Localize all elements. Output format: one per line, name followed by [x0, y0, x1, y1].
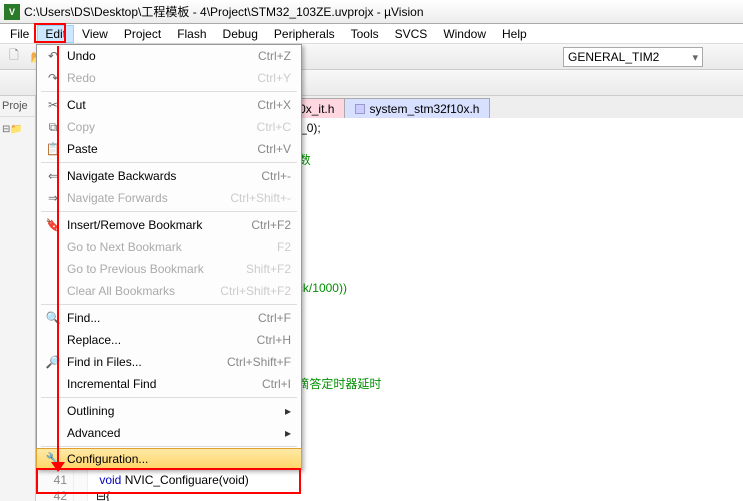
- menuitem-configuration[interactable]: 🔧Configuration...: [36, 448, 302, 470]
- project-pane[interactable]: Proje ⊟📁: [0, 96, 36, 501]
- menuitem-icon: ↶: [43, 49, 63, 63]
- menuitem-label: Incremental Find: [63, 377, 262, 391]
- menuitem-redo: ↷RedoCtrl+Y: [37, 67, 301, 89]
- code-line[interactable]: 41 void NVIC_Configuare(void): [36, 472, 743, 488]
- menuitem-label: Replace...: [63, 333, 257, 347]
- menuitem-icon: ⇒: [43, 191, 63, 205]
- menuitem-shortcut: Ctrl+F2: [251, 218, 295, 232]
- target-combo-value: GENERAL_TIM2: [568, 50, 659, 64]
- edit-menu-dropdown: ↶UndoCtrl+Z↷RedoCtrl+Y✂CutCtrl+X⧉CopyCtr…: [36, 44, 302, 470]
- menuitem-label: Redo: [63, 71, 257, 85]
- menuitem-shortcut: Ctrl+Y: [257, 71, 295, 85]
- menuitem-advanced[interactable]: Advanced▸: [37, 422, 301, 444]
- submenu-arrow-icon: ▸: [285, 426, 295, 440]
- menuitem-label: Configuration...: [63, 452, 291, 466]
- menuitem-label: Go to Next Bookmark: [63, 240, 277, 254]
- menuitem-shortcut: Ctrl+I: [262, 377, 295, 391]
- menuitem-label: Advanced: [63, 426, 285, 440]
- menuitem-undo[interactable]: ↶UndoCtrl+Z: [37, 45, 301, 67]
- menuitem-clear-all-bookmarks: Clear All BookmarksCtrl+Shift+F2: [37, 280, 301, 302]
- app-icon: V: [4, 4, 20, 20]
- menuitem-shortcut: Ctrl+F: [258, 311, 295, 325]
- menu-tools[interactable]: Tools: [343, 25, 387, 43]
- menu-project[interactable]: Project: [116, 25, 169, 43]
- menuitem-label: Navigate Forwards: [63, 191, 230, 205]
- menuitem-label: Paste: [63, 142, 257, 156]
- fold-marker[interactable]: [74, 488, 88, 501]
- target-combo[interactable]: GENERAL_TIM2: [563, 47, 703, 67]
- code-text[interactable]: ⊟{: [88, 488, 110, 501]
- code-text[interactable]: void NVIC_Configuare(void): [88, 472, 249, 488]
- menuitem-shortcut: Ctrl+V: [257, 142, 295, 156]
- menuitem-paste[interactable]: 📋PasteCtrl+V: [37, 138, 301, 160]
- menuitem-shortcut: Ctrl+C: [257, 120, 295, 134]
- menu-window[interactable]: Window: [435, 25, 494, 43]
- menuitem-navigate-backwards[interactable]: ⇐Navigate BackwardsCtrl+-: [37, 165, 301, 187]
- title-bar: V C:\Users\DS\Desktop\工程模板 - 4\Project\S…: [0, 0, 743, 24]
- new-file-icon[interactable]: 🗋: [4, 47, 24, 67]
- file-type-icon: [355, 104, 365, 114]
- menuitem-outlining[interactable]: Outlining▸: [37, 400, 301, 422]
- tab-system-stm32f10x-h[interactable]: system_stm32f10x.h: [344, 98, 490, 118]
- menuitem-cut[interactable]: ✂CutCtrl+X: [37, 94, 301, 116]
- menuitem-shortcut: Shift+F2: [246, 262, 295, 276]
- menuitem-label: Clear All Bookmarks: [63, 284, 220, 298]
- menu-file[interactable]: File: [2, 25, 37, 43]
- code-line[interactable]: 42 ⊟{: [36, 488, 743, 501]
- menuitem-icon: ⇐: [43, 169, 63, 183]
- menu-bar: FileEditViewProjectFlashDebugPeripherals…: [0, 24, 743, 44]
- menuitem-label: Cut: [63, 98, 257, 112]
- menuitem-label: Copy: [63, 120, 257, 134]
- menuitem-insert-remove-bookmark[interactable]: 🔖Insert/Remove BookmarkCtrl+F2: [37, 214, 301, 236]
- menuitem-go-to-previous-bookmark: Go to Previous BookmarkShift+F2: [37, 258, 301, 280]
- menuitem-shortcut: Ctrl+-: [261, 169, 295, 183]
- fold-marker[interactable]: [74, 472, 88, 488]
- menuitem-icon: 🔎: [43, 355, 63, 369]
- menuitem-go-to-next-bookmark: Go to Next BookmarkF2: [37, 236, 301, 258]
- menuitem-find-in-files[interactable]: 🔎Find in Files...Ctrl+Shift+F: [37, 351, 301, 373]
- menuitem-label: Find in Files...: [63, 355, 227, 369]
- menuitem-icon: ⧉: [43, 120, 63, 135]
- menuitem-copy: ⧉CopyCtrl+C: [37, 116, 301, 138]
- menuitem-shortcut: Ctrl+Shift+F2: [220, 284, 295, 298]
- menuitem-icon: 🔖: [43, 218, 63, 232]
- menu-peripherals[interactable]: Peripherals: [266, 25, 343, 43]
- menuitem-label: Navigate Backwards: [63, 169, 261, 183]
- menuitem-label: Go to Previous Bookmark: [63, 262, 246, 276]
- project-pane-label: Proje: [0, 96, 35, 117]
- menuitem-navigate-forwards: ⇒Navigate ForwardsCtrl+Shift+-: [37, 187, 301, 209]
- menu-edit[interactable]: Edit: [37, 25, 74, 43]
- project-tree[interactable]: ⊟📁: [0, 117, 35, 139]
- menuitem-label: Outlining: [63, 404, 285, 418]
- menuitem-shortcut: Ctrl+Shift+F: [227, 355, 295, 369]
- menuitem-replace[interactable]: Replace...Ctrl+H: [37, 329, 301, 351]
- menuitem-label: Insert/Remove Bookmark: [63, 218, 251, 232]
- menuitem-incremental-find[interactable]: Incremental FindCtrl+I: [37, 373, 301, 395]
- menuitem-label: Undo: [63, 49, 258, 63]
- menuitem-icon: ✂: [43, 98, 63, 112]
- tab-label: system_stm32f10x.h: [369, 102, 479, 116]
- menuitem-shortcut: Ctrl+Shift+-: [230, 191, 295, 205]
- menuitem-icon: 📋: [43, 142, 63, 156]
- menuitem-find[interactable]: 🔍Find...Ctrl+F: [37, 307, 301, 329]
- window-title: C:\Users\DS\Desktop\工程模板 - 4\Project\STM…: [24, 3, 424, 20]
- menu-help[interactable]: Help: [494, 25, 535, 43]
- menuitem-shortcut: Ctrl+H: [257, 333, 295, 347]
- menuitem-shortcut: F2: [277, 240, 295, 254]
- menu-svcs[interactable]: SVCS: [387, 25, 436, 43]
- line-number: 42: [36, 488, 74, 501]
- line-number: 41: [36, 472, 74, 488]
- menu-debug[interactable]: Debug: [215, 25, 266, 43]
- menu-flash[interactable]: Flash: [169, 25, 214, 43]
- menuitem-icon: 🔧: [43, 452, 63, 466]
- submenu-arrow-icon: ▸: [285, 404, 295, 418]
- menuitem-label: Find...: [63, 311, 258, 325]
- menuitem-shortcut: Ctrl+X: [257, 98, 295, 112]
- menuitem-icon: 🔍: [43, 311, 63, 325]
- menu-view[interactable]: View: [74, 25, 116, 43]
- menuitem-shortcut: Ctrl+Z: [258, 49, 295, 63]
- menuitem-icon: ↷: [43, 71, 63, 85]
